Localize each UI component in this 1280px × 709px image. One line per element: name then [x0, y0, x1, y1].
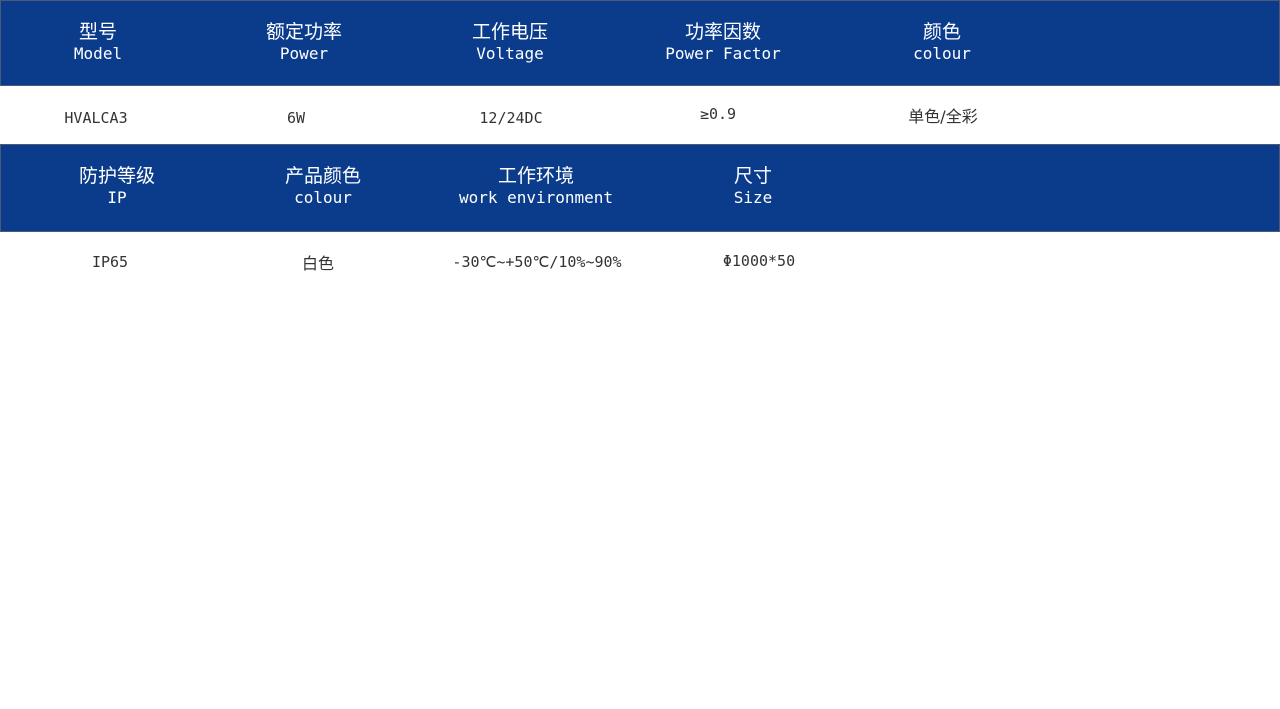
header-ip: 防护等级 IP	[79, 165, 155, 208]
header-product-colour-en: colour	[294, 188, 352, 207]
value-power: 6W	[286, 109, 306, 127]
value-product-colour: 白色	[301, 254, 335, 273]
header-work-environment-zh: 工作环境	[497, 165, 574, 187]
value-power-factor: ≥0.9	[699, 105, 737, 123]
header-ip-zh: 防护等级	[78, 165, 156, 187]
header-product-colour: 产品颜色 colour	[285, 165, 361, 208]
header-voltage: 工作电压 Voltage	[472, 21, 548, 64]
value-voltage: 12/24DC	[479, 109, 543, 127]
header-model-en: Model	[73, 44, 123, 63]
header-power-factor-en: Power Factor	[665, 44, 781, 63]
value-ip: IP65	[91, 253, 129, 271]
header-size-zh: 尺寸	[733, 165, 772, 187]
header-power-zh: 额定功率	[265, 21, 343, 43]
header-ip-en: IP	[107, 188, 127, 207]
header-size: 尺寸 Size	[734, 165, 773, 208]
header-power-factor-zh: 功率因数	[684, 21, 761, 43]
header-product-colour-zh: 产品颜色	[284, 165, 362, 187]
header-voltage-zh: 工作电压	[471, 21, 549, 43]
header-colour: 颜色 colour	[913, 21, 971, 64]
value-model: HVALCA3	[64, 109, 128, 127]
value-work-environment: -30℃~+50℃/10%~90%	[452, 253, 622, 271]
header-power-en: Power	[279, 44, 329, 63]
header-voltage-en: Voltage	[476, 44, 544, 63]
spec-header-row-2: 防护等级 IP 产品颜色 colour 工作环境 work environmen…	[0, 144, 1280, 232]
header-size-en: Size	[733, 188, 773, 207]
spec-header-row-1: 型号 Model 额定功率 Power 工作电压 Voltage 功率因数 Po…	[0, 0, 1280, 86]
header-model-zh: 型号	[78, 21, 118, 43]
value-colour: 单色/全彩	[908, 107, 978, 126]
header-power: 额定功率 Power	[266, 21, 342, 64]
header-colour-en: colour	[913, 44, 971, 63]
header-power-factor: 功率因数 Power Factor	[665, 21, 781, 64]
header-colour-zh: 颜色	[922, 21, 962, 43]
header-model: 型号 Model	[74, 21, 122, 64]
header-work-environment: 工作环境 work environment	[459, 165, 613, 208]
value-size: Φ1000*50	[722, 252, 796, 270]
header-work-environment-en: work environment	[458, 188, 614, 207]
